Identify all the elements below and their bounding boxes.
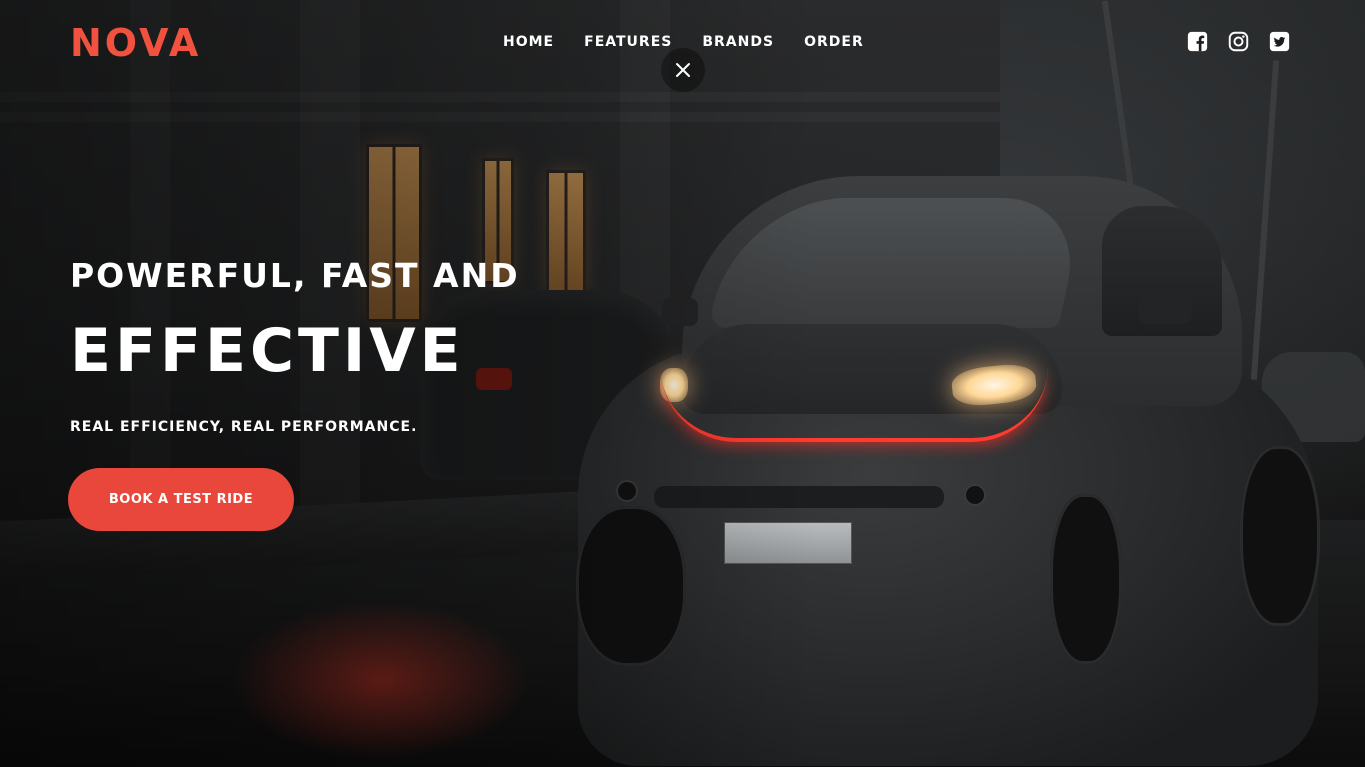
hero-section: NOVA HOME FEATURES BRANDS ORDER POWERFUL… — [0, 0, 1365, 767]
close-icon — [676, 63, 690, 77]
nav-item-home: HOME — [503, 31, 554, 50]
nav-link-features[interactable]: FEATURES — [584, 34, 672, 50]
hero-tagline: REAL EFFICIENCY, REAL PERFORMANCE. — [70, 419, 418, 435]
nav-item-order: ORDER — [804, 31, 864, 50]
nav-link-home[interactable]: HOME — [503, 34, 554, 50]
twitter-icon[interactable] — [1269, 31, 1290, 52]
hero-headline-line1: POWERFUL, FAST AND — [70, 256, 520, 295]
nav-link-brands[interactable]: BRANDS — [702, 34, 774, 50]
close-menu-button[interactable] — [661, 48, 705, 92]
nav-item-brands: BRANDS — [702, 31, 774, 50]
nav-item-features: FEATURES — [584, 31, 672, 50]
book-test-ride-button[interactable]: BOOK A TEST RIDE — [68, 468, 294, 531]
background-tree — [1101, 0, 1135, 190]
street-reflection — [230, 600, 530, 760]
hero-headline-line2: EFFECTIVE — [70, 316, 465, 386]
instagram-icon[interactable] — [1228, 31, 1249, 52]
nav-link-order[interactable]: ORDER — [804, 34, 864, 50]
facebook-icon[interactable] — [1187, 31, 1208, 52]
brand-logo[interactable]: NOVA — [70, 24, 201, 62]
background-car-taillight — [476, 368, 512, 390]
hero-car-image — [572, 176, 1332, 766]
social-links — [1187, 31, 1290, 52]
